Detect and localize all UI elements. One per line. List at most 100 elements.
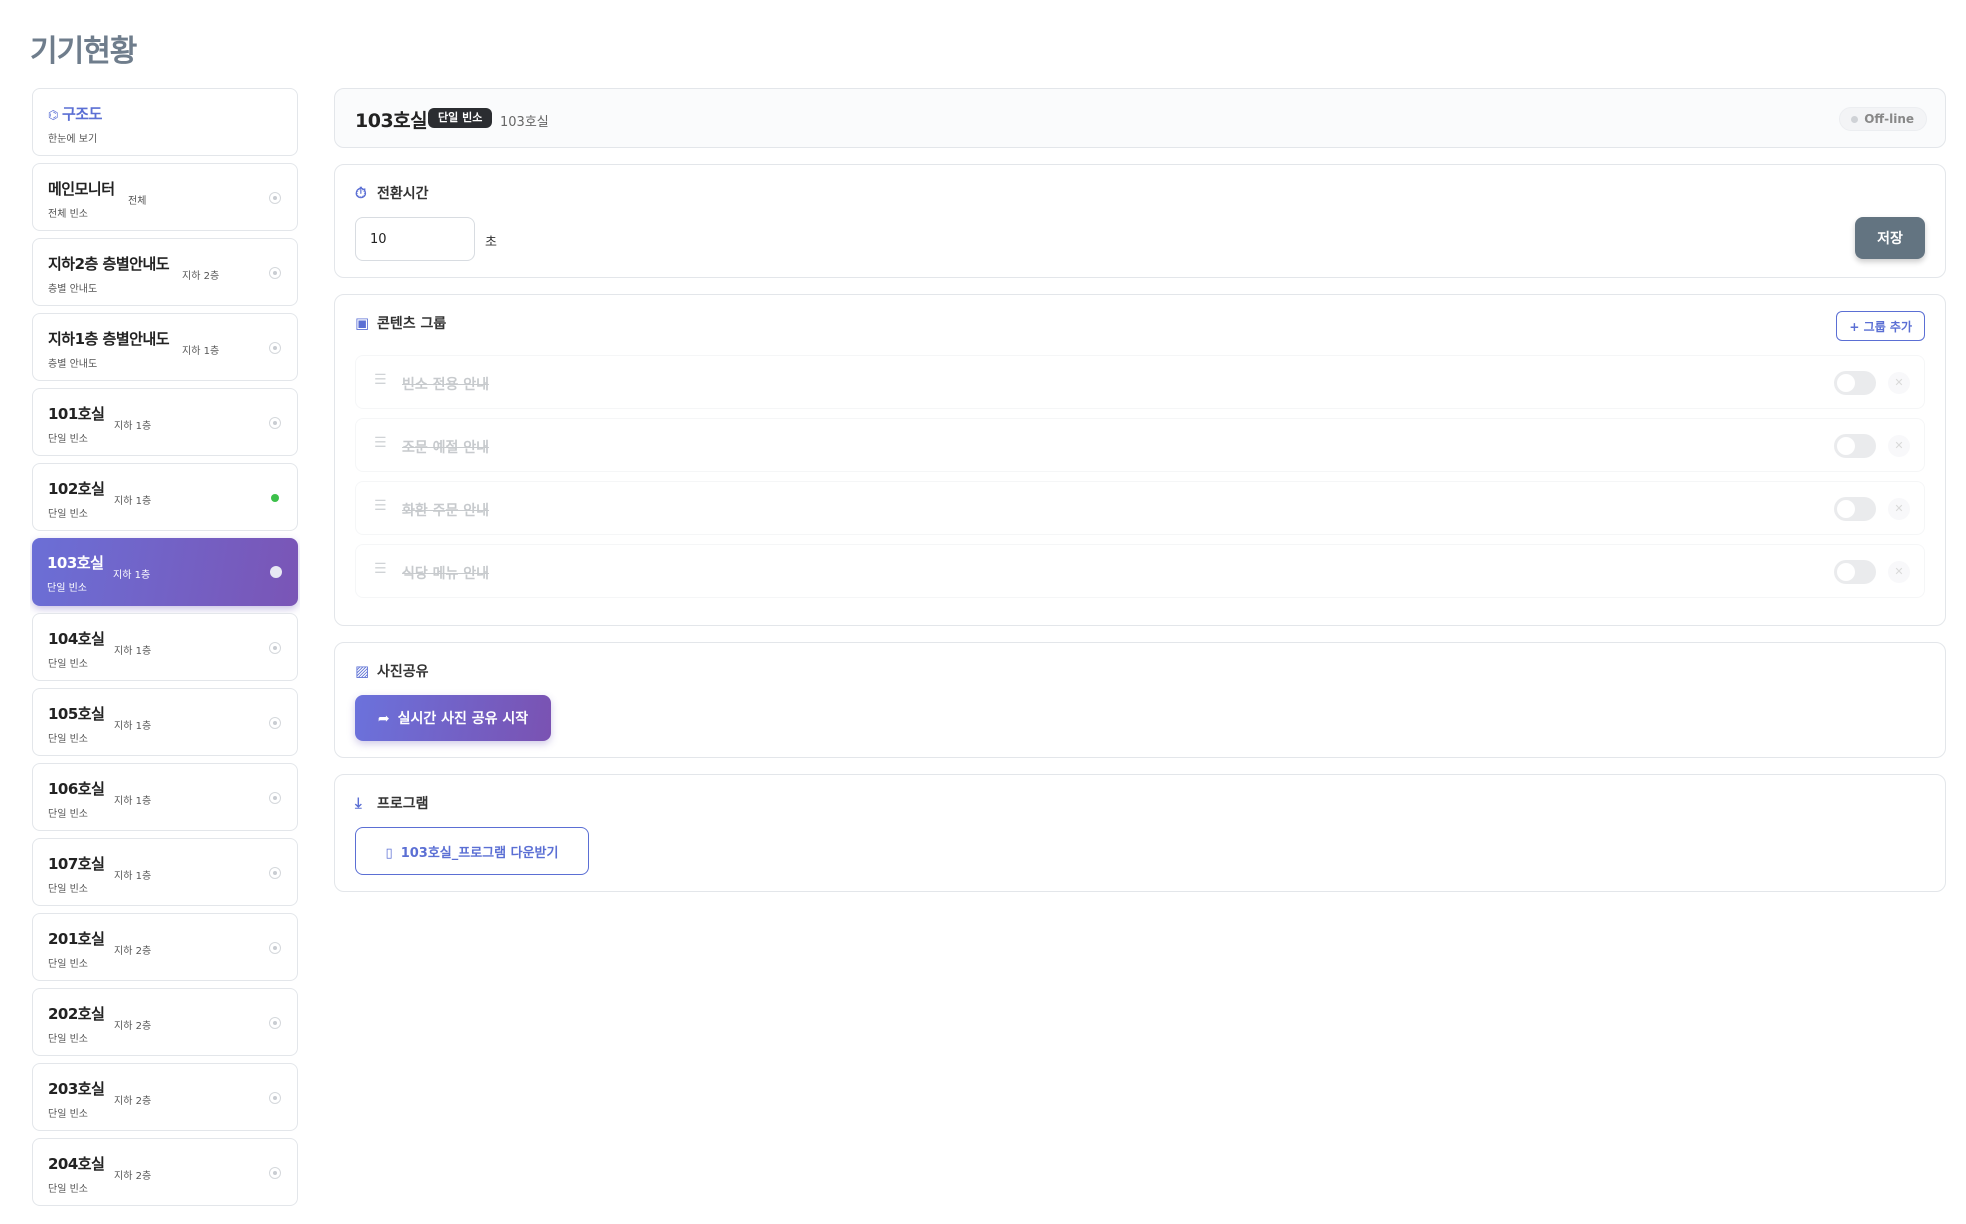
- section-title: 콘텐츠 그룹: [377, 316, 447, 332]
- sidebar-item-device[interactable]: 지하1층 층별안내도 층별 안내도 지하 1층: [32, 313, 298, 381]
- sidebar-item-device[interactable]: 101호실 단일 빈소 지하 1층: [32, 388, 298, 456]
- sidebar-item-sub: 단일 빈소: [48, 1109, 88, 1120]
- sidebar-item-device[interactable]: 201호실단일 빈소 지하 2층: [32, 913, 298, 981]
- download-program-button[interactable]: ▯ 103호실_프로그램 다운받기: [355, 827, 589, 875]
- program-section: ⤓ 프로그램 ▯ 103호실_프로그램 다운받기: [334, 774, 1946, 892]
- download-button-label: 103호실_프로그램 다운받기: [400, 845, 559, 861]
- switch-time-input[interactable]: [355, 217, 475, 261]
- sidebar-item-structure[interactable]: ⌬ 구조도 한눈에 보기: [32, 88, 298, 156]
- stopwatch-icon: ⏱: [355, 184, 367, 202]
- close-icon[interactable]: ✕: [1888, 561, 1910, 583]
- drag-handle-icon[interactable]: ☰: [374, 435, 387, 451]
- sidebar-item-device[interactable]: 106호실 단일 빈소 지하 1층: [32, 763, 298, 831]
- room-title: 103호실: [355, 110, 428, 132]
- start-photo-share-button[interactable]: ➦ 실시간 사진 공유 시작: [355, 695, 551, 741]
- sidebar-item-device[interactable]: 107호실 단일 빈소 지하 1층: [32, 838, 298, 906]
- group-label: 화환 주문 안내: [402, 503, 490, 519]
- sidebar-item-sub: 한눈에 보기: [48, 134, 98, 145]
- sitemap-icon: ⌬: [48, 108, 58, 122]
- switch-time-section: ⏱ 전환시간 초 저장: [334, 164, 1946, 278]
- sidebar-item-location: 전체: [128, 196, 147, 207]
- sidebar-item-label: 지하2층 층별안내도: [48, 255, 170, 273]
- sidebar-item-device[interactable]: 지하2층 층별안내도층별 안내도 지하 2층: [32, 238, 298, 306]
- status-badge: Off-line: [1839, 107, 1927, 131]
- time-unit-label: 초: [485, 235, 497, 250]
- group-toggle[interactable]: [1834, 497, 1876, 521]
- group-toggle[interactable]: [1834, 371, 1876, 395]
- sidebar-item-device[interactable]: 204호실단일 빈소 지하 2층: [32, 1138, 298, 1206]
- sidebar-item-location: 지하 1층: [113, 570, 151, 581]
- add-group-button[interactable]: + 그룹 추가: [1836, 311, 1925, 341]
- sidebar-item-device[interactable]: 105호실 단일 빈소 지하 1층: [32, 688, 298, 756]
- sidebar-item-label: 105호실: [48, 705, 105, 723]
- sidebar-item-label: 204호실: [48, 1155, 105, 1173]
- sidebar-item-label: 104호실: [48, 630, 105, 648]
- sidebar-item-sub: 단일 빈소: [48, 1184, 88, 1195]
- sidebar-item-sub: 단일 빈소: [48, 434, 88, 445]
- sidebar-item-location: 지하 1층: [114, 646, 152, 657]
- close-icon[interactable]: ✕: [1888, 372, 1910, 394]
- close-icon[interactable]: ✕: [1888, 498, 1910, 520]
- sidebar-item-device[interactable]: 102호실 단일 빈소 지하 1층: [32, 463, 298, 531]
- sidebar-item-location: 지하 2층: [182, 271, 220, 282]
- sidebar-item-device[interactable]: 202호실 단일 빈소 지하 2층: [32, 988, 298, 1056]
- status-dot-icon: [269, 792, 281, 804]
- sidebar-item-location: 지하 1층: [114, 496, 152, 507]
- section-title: 프로그램: [377, 796, 429, 812]
- status-dot-icon: [270, 566, 282, 578]
- sidebar-item-sub: 층별 안내도: [48, 359, 98, 370]
- section-title: 사진공유: [377, 664, 429, 680]
- sidebar-item-sub: 층별 안내도: [48, 284, 98, 295]
- status-dot-icon: [269, 192, 281, 204]
- share-button-label: 실시간 사진 공유 시작: [397, 711, 529, 727]
- sidebar-item-label: 지하1층 층별안내도: [48, 330, 170, 348]
- device-header: 103호실 단일 빈소 103호실 Off-line: [334, 88, 1946, 148]
- sidebar-item-location: 지하 2층: [114, 1171, 152, 1182]
- group-toggle[interactable]: [1834, 434, 1876, 458]
- drag-handle-icon[interactable]: ☰: [374, 561, 387, 577]
- sidebar-item-device[interactable]: 203호실 단일 빈소 지하 2층: [32, 1063, 298, 1131]
- sidebar-item-label: 102호실: [48, 480, 105, 498]
- status-dot-icon: [269, 492, 281, 504]
- group-label: 빈소 전용 안내: [402, 377, 490, 393]
- content-group-row[interactable]: ☰ 식당 메뉴 안내 ✕: [355, 544, 1925, 598]
- sidebar-item-device[interactable]: 103호실 단일 빈소 지하 1층: [32, 538, 298, 606]
- status-dot-icon: [269, 942, 281, 954]
- image-icon: ▨: [355, 662, 370, 680]
- drag-handle-icon[interactable]: ☰: [374, 498, 387, 514]
- status-dot-icon: [269, 267, 281, 279]
- sidebar-item-location: 지하 1층: [114, 871, 152, 882]
- status-dot-icon: [269, 642, 281, 654]
- room-subtitle: 103호실: [500, 115, 549, 130]
- drag-handle-icon[interactable]: ☰: [374, 372, 387, 388]
- content-group-row[interactable]: ☰ 빈소 전용 안내 ✕: [355, 355, 1925, 409]
- sidebar-item-label: 201호실: [48, 930, 105, 948]
- sidebar-item-label: 103호실: [47, 554, 104, 572]
- sidebar-item-sub: 전체 빈소: [48, 209, 88, 220]
- close-icon[interactable]: ✕: [1888, 435, 1910, 457]
- sidebar-item-location: 지하 2층: [114, 1021, 152, 1032]
- sidebar-item-sub: 단일 빈소: [48, 734, 88, 745]
- group-label: 식당 메뉴 안내: [402, 566, 490, 582]
- sidebar-item-label: 106호실: [48, 780, 105, 798]
- sidebar-item-device[interactable]: 메인모니터 전체 빈소 전체: [32, 163, 298, 231]
- download-icon: ⤓: [355, 794, 362, 812]
- sidebar-item-sub: 단일 빈소: [48, 1034, 88, 1045]
- status-dot-icon: [269, 1167, 281, 1179]
- group-label: 조문 예절 안내: [402, 440, 490, 456]
- sidebar-item-sub: 단일 빈소: [48, 884, 88, 895]
- content-group-row[interactable]: ☰ 화환 주문 안내 ✕: [355, 481, 1925, 535]
- sidebar-item-sub: 단일 빈소: [48, 959, 88, 970]
- sidebar-item-label: 203호실: [48, 1080, 105, 1098]
- status-dot-icon: [269, 417, 281, 429]
- group-toggle[interactable]: [1834, 560, 1876, 584]
- device-sidebar: ⌬ 구조도 한눈에 보기 메인모니터 전체 빈소 전체 지하2층 층별안내도 층별 안내도…: [30, 86, 300, 1224]
- sidebar-item-location: 지하 2층: [114, 946, 152, 957]
- content-group-row[interactable]: ☰ 조문 예절 안내 ✕: [355, 418, 1925, 472]
- room-type-badge: 단일 빈소: [428, 108, 493, 128]
- status-dot-icon: [269, 1092, 281, 1104]
- sidebar-item-location: 지하 1층: [114, 796, 152, 807]
- sidebar-item-device[interactable]: 104호실 단일 빈소 지하 1층: [32, 613, 298, 681]
- save-button[interactable]: 저장: [1855, 217, 1925, 259]
- sidebar-item-label: 101호실: [48, 405, 105, 423]
